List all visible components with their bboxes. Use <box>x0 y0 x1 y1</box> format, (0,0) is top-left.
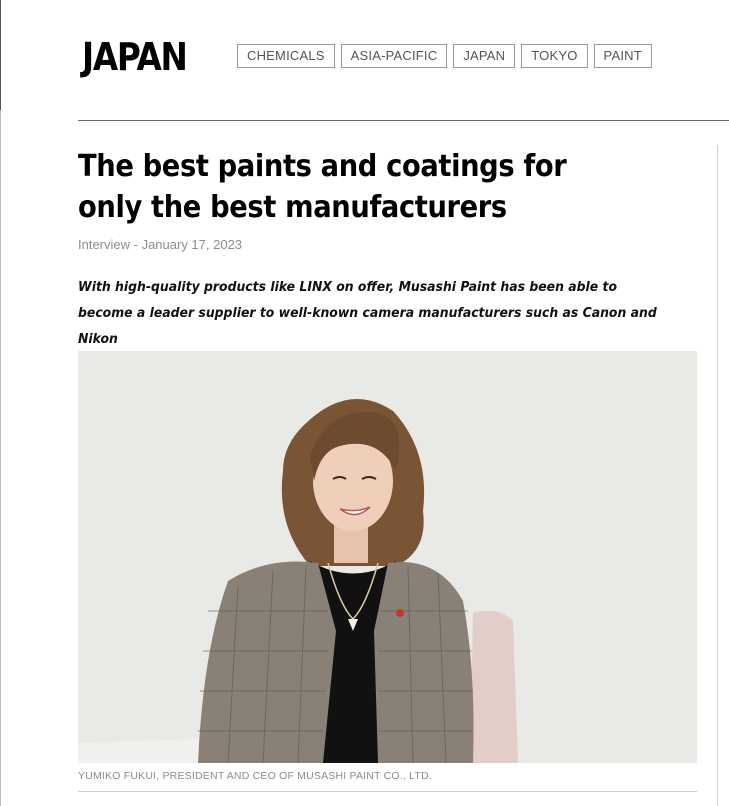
photo-caption: YUMIKO FUKUI, PRESIDENT AND CEO OF MUSAS… <box>78 770 432 782</box>
article-meta: Interview - January 17, 2023 <box>78 237 243 252</box>
tag-tokyo[interactable]: TOKYO <box>521 44 588 68</box>
left-border-line <box>0 0 1 806</box>
article-headline: The best paints and coatings for only th… <box>78 149 567 225</box>
chair-back <box>470 610 518 763</box>
section-title[interactable]: JAPAN <box>82 36 188 78</box>
tag-chemicals[interactable]: CHEMICALS <box>237 44 335 68</box>
tag-japan[interactable]: JAPAN <box>453 44 516 68</box>
caption-divider <box>78 791 697 792</box>
article-standfirst: With high-quality products like LINX on … <box>78 279 657 347</box>
header-divider <box>78 120 729 121</box>
tag-list: CHEMICALS ASIA-PACIFIC JAPAN TOKYO PAINT <box>237 44 652 68</box>
tag-paint[interactable]: PAINT <box>593 44 652 68</box>
portrait-illustration <box>78 351 697 763</box>
tag-asia-pacific[interactable]: ASIA-PACIFIC <box>340 44 448 68</box>
column-divider <box>717 145 718 806</box>
article-photo <box>78 351 697 763</box>
lapel-pin <box>396 609 404 617</box>
left-border-accent <box>0 0 1 110</box>
